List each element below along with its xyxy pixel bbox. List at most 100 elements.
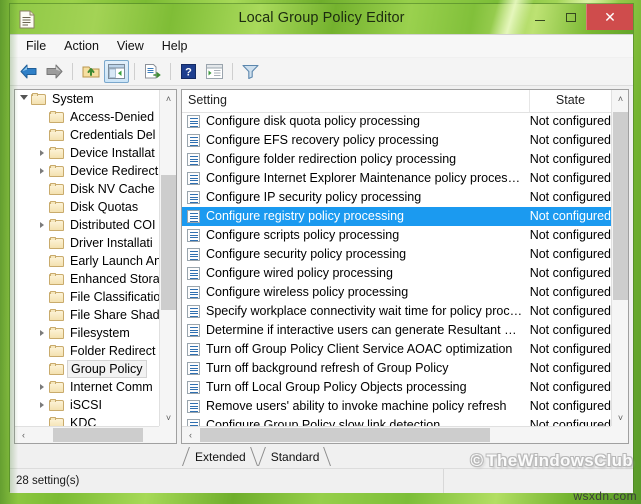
tree-scrollbar-thumb[interactable] [161,175,176,310]
table-row[interactable]: Determine if interactive users can gener… [182,321,611,340]
table-row[interactable]: Configure security policy processing Not … [182,245,611,264]
setting-name: Configure wireless policy processing [206,285,409,299]
properties-button[interactable] [202,60,227,83]
minimize-icon [534,19,545,22]
list-horizontal-scrollbar[interactable]: ‹ › [182,426,628,443]
table-row[interactable]: Configure folder redirection policy proc… [182,150,611,169]
tree-item-kdc[interactable]: KDC [15,414,159,426]
table-row[interactable]: Configure EFS recovery policy processing… [182,131,611,150]
tree-scroll-up-arrow[interactable]: ˄ [160,90,176,107]
table-row[interactable]: Turn off Local Group Policy Objects proc… [182,378,611,397]
table-row[interactable]: Configure Internet Explorer Maintenance … [182,169,611,188]
setting-name: Configure Internet Explorer Maintenance … [206,171,524,185]
tree-item-label: Device Installat [70,146,155,160]
folder-icon [49,326,65,340]
close-button[interactable]: ✕ [586,4,633,30]
folder-icon [49,164,65,178]
tree-scroll-down-arrow[interactable]: ˅ [160,409,176,426]
table-row[interactable]: Configure wireless policy processing Not … [182,283,611,302]
list-scrollbar-thumb[interactable] [613,112,628,300]
table-row[interactable]: Configure Group Policy slow link detecti… [182,416,611,426]
tree-item-file-share-shad[interactable]: File Share Shad [15,306,159,324]
list-scroll-up-arrow[interactable]: ˄ [612,90,628,107]
maximize-button[interactable] [555,4,586,30]
folder-icon [49,200,65,214]
tree-hscrollbar-thumb[interactable] [53,428,143,442]
table-row[interactable]: Configure wired policy processing Not con… [182,264,611,283]
tree-item-access-denied[interactable]: Access-Denied [15,108,159,126]
tree-item-filesystem[interactable]: Filesystem [15,324,159,342]
list-hscrollbar-thumb[interactable] [200,428,490,442]
column-header-state[interactable]: State [530,90,611,112]
tree-item-distributed-coi[interactable]: Distributed COI [15,216,159,234]
chevron-down-icon[interactable] [17,91,31,107]
table-row[interactable]: Turn off background refresh of Group Pol… [182,359,611,378]
tree-item-device-redirect[interactable]: Device Redirect [15,162,159,180]
tree-item-label: Distributed COI [70,218,156,232]
folder-icon [49,344,65,358]
tree-scroll-left-arrow[interactable]: ‹ [15,427,32,443]
up-one-level-button[interactable] [78,60,103,83]
tree-item-disk-nv-cache[interactable]: Disk NV Cache [15,180,159,198]
back-button[interactable] [16,60,41,83]
filter-button[interactable] [238,60,263,83]
tree-item-file-classificatio[interactable]: File Classificatio [15,288,159,306]
tree-item-iscsi[interactable]: iSCSI [15,396,159,414]
folder-icon [49,110,65,124]
menu-view[interactable]: View [108,36,153,56]
table-row[interactable]: Configure registry policy processing Not … [182,207,611,226]
tree-item-label: Disk Quotas [70,200,139,214]
forward-button[interactable] [42,60,67,83]
tree-item-disk-quotas[interactable]: Disk Quotas [15,198,159,216]
tree-horizontal-scrollbar[interactable]: ‹ › [15,426,176,443]
maximize-icon [565,12,576,22]
table-row[interactable]: Configure scripts policy processing Not c… [182,226,611,245]
tree-item-internet-comm[interactable]: Internet Comm [15,378,159,396]
export-list-button[interactable] [140,60,165,83]
table-row[interactable]: Configure disk quota policy processing No… [182,112,611,131]
tree-item-label: Folder Redirect [70,344,156,358]
chevron-right-icon[interactable] [35,397,49,413]
tree-item-label: Early Launch An [70,254,159,268]
menu-help[interactable]: Help [153,36,197,56]
help-button[interactable]: ? [176,60,201,83]
chevron-right-icon[interactable] [35,163,49,179]
tree-item-credentials-del[interactable]: Credentials Del [15,126,159,144]
tree-item-driver-installati[interactable]: Driver Installati [15,234,159,252]
tree-item-system[interactable]: System [15,90,159,108]
list-scroll-down-arrow[interactable]: ˅ [612,409,628,426]
tree-item-enhanced-stora[interactable]: Enhanced Stora [15,270,159,288]
minimize-button[interactable] [524,4,555,30]
tree-item-early-launch-an[interactable]: Early Launch An [15,252,159,270]
tree-scrollbar-corner [159,426,176,443]
setting-state: Not configured [529,247,611,261]
tree-item-label: System [52,92,94,106]
table-row[interactable]: Configure IP security policy processing N… [182,188,611,207]
table-row[interactable]: Turn off Group Policy Client Service AOA… [182,340,611,359]
show-hide-console-tree-button[interactable] [104,60,129,83]
chevron-right-icon[interactable] [35,145,49,161]
column-header-setting[interactable]: Setting [182,90,530,112]
menu-file[interactable]: File [17,36,55,56]
setting-name: Configure folder redirection policy proc… [206,152,457,166]
list-vertical-scrollbar[interactable]: ˄ ˅ [611,90,628,426]
chevron-right-icon[interactable] [35,325,49,341]
menu-action[interactable]: Action [55,36,108,56]
list-scroll-left-arrow[interactable]: ‹ [182,427,199,443]
table-row[interactable]: Specify workplace connectivity wait time… [182,302,611,321]
caption-buttons: ✕ [524,4,633,30]
settings-list-rows: Configure disk quota policy processing No… [182,112,611,426]
tab-extended[interactable]: Extended [182,447,258,465]
folder-icon [49,272,65,286]
tree-item-group-policy[interactable]: Group Policy [15,360,159,378]
setting-name: Configure registry policy processing [206,209,405,223]
status-bar-separator [443,469,444,493]
tab-standard[interactable]: Standard [257,447,332,465]
tree-item-device-installat[interactable]: Device Installat [15,144,159,162]
tree-item-folder-redirect[interactable]: Folder Redirect [15,342,159,360]
chevron-right-icon[interactable] [35,217,49,233]
table-row[interactable]: Remove users' ability to invoke machine … [182,397,611,416]
chevron-right-icon[interactable] [35,379,49,395]
tree-vertical-scrollbar[interactable]: ˄ ˅ [159,90,176,426]
console-tree-icon [108,64,125,79]
